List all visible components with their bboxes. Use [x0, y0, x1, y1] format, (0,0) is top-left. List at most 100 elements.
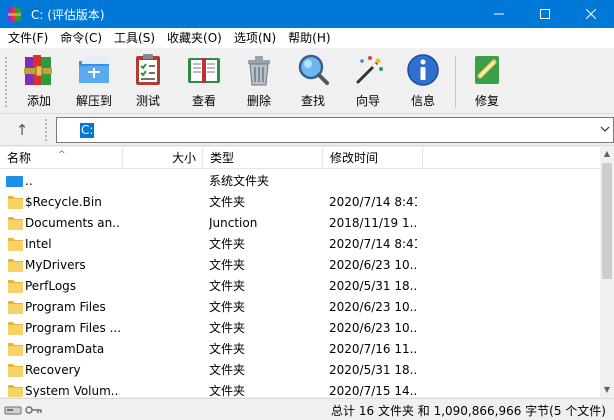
table-row[interactable]: Program Files ... 文件夹 2020/6/23 10...	[0, 318, 600, 339]
menu-commands[interactable]: 命令(C)	[54, 28, 108, 48]
column-header: 名称 ^ 大小 类型 修改时间	[0, 147, 600, 169]
file-name: $Recycle.Bin	[25, 195, 102, 209]
repair-button[interactable]: 修复	[463, 52, 511, 110]
file-modified: 2020/6/23 10...	[329, 321, 417, 335]
file-modified: 2020/7/16 11...	[329, 342, 417, 356]
wizard-button[interactable]: 向导	[344, 52, 392, 110]
table-row[interactable]: PerfLogs 文件夹 2020/5/31 18...	[0, 276, 600, 297]
wizard-label: 向导	[355, 94, 380, 108]
table-row[interactable]: Program Files 文件夹 2020/6/23 10...	[0, 297, 600, 318]
file-type: 文件夹	[209, 300, 246, 314]
file-name: PerfLogs	[25, 279, 77, 293]
file-type: 文件夹	[209, 258, 246, 272]
minimize-icon	[494, 13, 504, 15]
column-size[interactable]: 大小	[123, 147, 203, 169]
find-button[interactable]: 查找	[289, 52, 337, 110]
info-button[interactable]: 信息	[399, 52, 447, 110]
file-name: Intel	[25, 237, 52, 251]
file-modified: 2020/7/15 14...	[329, 384, 417, 397]
window-title: C: (评估版本)	[31, 7, 105, 22]
minimize-button[interactable]	[476, 0, 522, 28]
file-type: 文件夹	[209, 321, 246, 335]
toolbar-grip[interactable]	[4, 56, 8, 108]
address-value: C:	[80, 123, 95, 138]
view-button[interactable]: 查看	[180, 52, 228, 110]
file-name: Documents an...	[25, 216, 120, 230]
chevron-down-icon[interactable]	[600, 124, 610, 134]
file-type: 文件夹	[209, 384, 246, 397]
file-modified: 2020/7/14 8:41	[329, 195, 417, 209]
file-type: 文件夹	[209, 237, 246, 251]
up-arrow-icon[interactable]: ↑	[12, 120, 32, 140]
folder-extract-icon	[79, 56, 109, 83]
folder-icon	[8, 364, 23, 377]
file-name: Program Files	[25, 300, 106, 314]
view-label: 查看	[191, 94, 216, 108]
archive-books-icon	[24, 55, 52, 85]
folder-icon	[8, 301, 23, 314]
menu-favorites[interactable]: 收藏夹(O)	[161, 28, 228, 48]
table-row[interactable]: ProgramData 文件夹 2020/7/16 11...	[0, 339, 600, 360]
status-summary: 总计 16 文件夹 和 1,090,866,966 字节(5 个文件)	[331, 404, 606, 418]
column-name-label: 名称	[7, 151, 32, 165]
status-icons	[4, 403, 44, 417]
file-name: ProgramData	[25, 342, 105, 356]
scroll-thumb[interactable]	[602, 163, 612, 279]
key-icon[interactable]	[25, 406, 42, 414]
column-modified[interactable]: 修改时间	[323, 147, 423, 169]
table-row[interactable]: $Recycle.Bin 文件夹 2020/7/14 8:41	[0, 192, 600, 213]
maximize-icon	[540, 9, 550, 19]
close-button[interactable]	[568, 0, 614, 28]
table-row[interactable]: Recovery 文件夹 2020/5/31 18...	[0, 360, 600, 381]
toolbar: 添加 解压到 测试 查看 删除 查找 向导 信息 修复	[0, 48, 614, 114]
file-modified: 2020/6/23 10...	[329, 300, 417, 314]
title-bar: C: (评估版本)	[0, 0, 614, 28]
delete-button[interactable]: 删除	[235, 52, 283, 110]
folder-icon	[8, 217, 23, 230]
winrar-books-icon[interactable]	[7, 6, 23, 22]
column-type[interactable]: 类型	[203, 147, 323, 169]
status-bar: 总计 16 文件夹 和 1,090,866,966 字节(5 个文件)	[0, 398, 614, 420]
file-type: Junction	[209, 216, 258, 230]
file-type: 文件夹	[209, 195, 246, 209]
close-icon	[586, 9, 596, 19]
info-label: 信息	[410, 94, 435, 108]
table-row[interactable]: Documents an... Junction 2018/11/19 1...	[0, 213, 600, 234]
address-grip[interactable]	[44, 118, 48, 142]
file-modified: 2020/7/14 8:41	[329, 237, 417, 251]
file-modified: 2020/6/23 10...	[329, 258, 417, 272]
file-rows: .. 系统文件夹 $Recycle.Bin 文件夹 2020/7/14 8:41…	[0, 171, 600, 397]
test-button[interactable]: 测试	[124, 52, 172, 110]
open-book-icon	[188, 58, 220, 83]
drive-icon[interactable]	[4, 406, 22, 415]
vertical-scrollbar[interactable]: ▲ ▼	[600, 147, 614, 397]
file-name: System Volum...	[25, 384, 120, 397]
folder-icon	[8, 343, 23, 356]
test-label: 测试	[135, 94, 160, 108]
file-name: ..	[25, 174, 33, 188]
table-row[interactable]: System Volum... 文件夹 2020/7/15 14...	[0, 381, 600, 397]
table-row[interactable]: Intel 文件夹 2020/7/14 8:41	[0, 234, 600, 255]
menu-options[interactable]: 选项(N)	[228, 28, 282, 48]
magnifier-icon	[298, 54, 329, 85]
scroll-down-icon[interactable]: ▼	[600, 383, 614, 397]
table-row[interactable]: .. 系统文件夹	[0, 171, 600, 192]
menu-file[interactable]: 文件(F)	[2, 28, 54, 48]
extract-to-label: 解压到	[75, 94, 112, 108]
info-icon	[407, 54, 439, 86]
extract-to-button[interactable]: 解压到	[70, 52, 118, 110]
trash-can-icon	[248, 56, 270, 86]
column-type-label: 类型	[210, 151, 235, 165]
clipboard-check-icon	[136, 54, 160, 85]
menu-bar: 文件(F) 命令(C) 工具(S) 收藏夹(O) 选项(N) 帮助(H)	[0, 28, 614, 48]
scroll-up-icon[interactable]: ▲	[600, 147, 614, 161]
column-name[interactable]: 名称 ^	[0, 147, 123, 169]
table-row[interactable]: MyDrivers 文件夹 2020/6/23 10...	[0, 255, 600, 276]
add-button[interactable]: 添加	[15, 52, 63, 110]
maximize-button[interactable]	[522, 0, 568, 28]
delete-label: 删除	[246, 94, 271, 108]
menu-tools[interactable]: 工具(S)	[108, 28, 161, 48]
repair-kit-icon	[475, 56, 499, 84]
address-input[interactable]: C:	[56, 117, 614, 143]
menu-help[interactable]: 帮助(H)	[282, 28, 336, 48]
